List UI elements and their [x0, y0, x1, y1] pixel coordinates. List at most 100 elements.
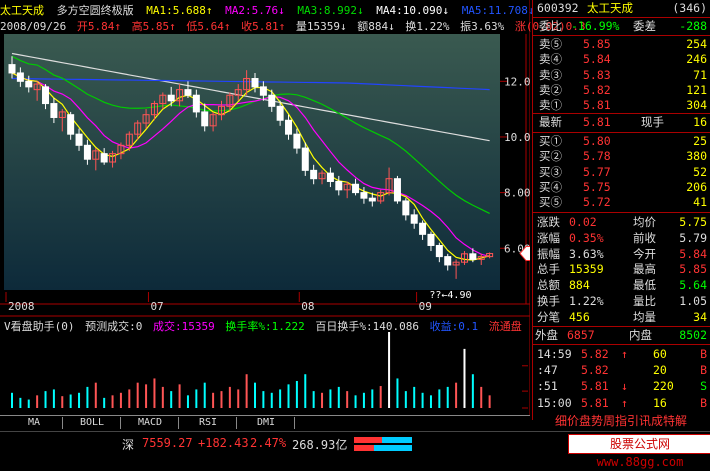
candle-body: [293, 133, 301, 149]
quote-panel: 600392 太工天成 (346) 委比 -16.99% 委差 -288 卖⑤ 5…: [532, 0, 710, 420]
bid-price: 5.78: [583, 149, 611, 164]
stat-value: 884: [569, 278, 590, 293]
ask-volume: 121: [686, 82, 707, 97]
candle-body: [326, 172, 334, 182]
stock-name: 太工天成: [0, 4, 44, 17]
candle-body: [25, 80, 33, 88]
ask-label: 卖③: [539, 67, 562, 82]
ask-label: 卖⑤: [539, 37, 562, 51]
updown-bar-red-2: [354, 445, 374, 451]
bid-price: 5.77: [583, 164, 611, 179]
index-value: 7559.27: [142, 436, 193, 450]
quote-header: 600392 太工天成 (346): [533, 1, 710, 16]
ohlc-info-bar: 2008/09/26 开5.84↑ 高5.85↑ 低5.64↑ 收5.81↑ 量…: [0, 18, 589, 33]
stat-row: 振幅 3.63% 今开 5.84: [533, 247, 710, 262]
open-value: 开5.84↑: [76, 20, 121, 33]
ad-text[interactable]: 细价盘势周指引讯成特解: [532, 412, 710, 428]
ask-volume: 246: [686, 52, 707, 67]
tab-ma[interactable]: MA: [6, 417, 63, 429]
kline-chart-area[interactable]: 12.0010.008.006.005.81??←4.902008070809日…: [0, 0, 585, 420]
bid-label: 买①: [539, 134, 562, 148]
ind-income-label: 收益:0.1: [429, 320, 479, 333]
ma2-value: MA2:5.76↓: [225, 4, 285, 17]
stat-label-2: 均量: [633, 309, 656, 324]
quote-stock-name: 太工天成: [587, 1, 633, 15]
bid-volume: 380: [686, 149, 707, 164]
ask-row: 卖④ 5.84 246: [533, 52, 710, 67]
mode-label: 多方空圆终极版: [56, 4, 134, 17]
stat-value: 1.22%: [569, 294, 604, 308]
ask-price: 5.84: [583, 52, 611, 67]
index-pct: 2.47%: [250, 436, 287, 450]
stat-value-2: 5.64: [679, 278, 707, 293]
bid-row: 买③ 5.77 52: [533, 165, 710, 180]
bid-price: 5.80: [583, 134, 611, 148]
ma4-value: MA4:10.090↓: [376, 4, 450, 17]
turnover-value: 换1.22%: [405, 20, 450, 33]
stat-value-2: 5.85: [679, 262, 707, 277]
stat-value-2: 34: [693, 309, 707, 324]
candle-body: [67, 114, 75, 135]
candle-body: [83, 144, 91, 160]
amplitude-value: 振3.63%: [460, 20, 505, 33]
stat-value: 456: [569, 309, 590, 324]
candle-body: [100, 153, 108, 163]
hand-value: 16: [693, 115, 707, 129]
candle-body: [268, 94, 276, 107]
tick-side: B: [700, 395, 707, 410]
kline-svg[interactable]: 12.0010.008.006.005.81??←4.902008070809日…: [0, 0, 530, 415]
date-label: 2008/09/26: [0, 20, 67, 33]
indicator-name[interactable]: V看盘助手(0): [4, 320, 75, 333]
stat-row: 涨跌 0.02 均价 5.75: [533, 215, 710, 230]
bid-volume: 25: [693, 134, 707, 148]
ind-turnover-label: 换手率%:1.222: [225, 320, 305, 333]
x-tick-label: 09: [419, 300, 432, 313]
bid-label: 买④: [539, 179, 562, 194]
tab-dmi[interactable]: DMI: [238, 417, 295, 429]
candle-body: [276, 105, 284, 121]
stat-row: 换手 1.22% 量比 1.05: [533, 294, 710, 309]
ask-volume: 254: [686, 37, 707, 51]
bid-volume: 206: [686, 179, 707, 194]
stat-row: 总额 884 最低 5.64: [533, 278, 710, 293]
forecast-label: 预测成交:0: [85, 320, 143, 333]
stock-code: 600392: [537, 1, 579, 15]
tab-macd[interactable]: MACD: [122, 417, 179, 429]
stat-value-2: 5.75: [679, 215, 707, 229]
candle-body: [16, 72, 24, 82]
ask-row: 卖⑤ 5.85 254: [533, 37, 710, 52]
stat-label: 总额: [537, 278, 560, 293]
candle-body: [184, 89, 192, 96]
stat-value-2: 5.79: [679, 230, 707, 245]
candle-body: [419, 222, 427, 235]
low-value: 低5.64↑: [186, 20, 231, 33]
tab-boll[interactable]: BOLL: [64, 417, 121, 429]
stat-label: 分笔: [537, 309, 560, 324]
bid-price: 5.72: [583, 195, 611, 210]
updown-bar-red: [354, 437, 382, 443]
bid-row: 买② 5.78 380: [533, 149, 710, 164]
candle-body: [201, 111, 209, 127]
candle-body: [8, 64, 16, 74]
stat-label: 涨跌: [537, 215, 560, 229]
webi-row: 委比 -16.99% 委差 -288: [533, 19, 710, 34]
high-value: 高5.85↑: [131, 20, 176, 33]
ind-flow-label: 流通盘: [488, 320, 522, 333]
stat-label: 涨幅: [537, 230, 560, 245]
tick-time: 15:00: [537, 395, 572, 410]
bid-label: 买②: [539, 149, 562, 164]
candle-body: [435, 244, 443, 258]
ad-box[interactable]: 股票公式网www.88gg.com: [568, 434, 710, 469]
candle-body: [444, 256, 452, 266]
latest-value: 5.81: [583, 115, 611, 129]
indicator-header: V看盘助手(0) 预测成交:0 成交:15359 换手率%:1.222 百日换手…: [4, 318, 522, 334]
stat-row: 分笔 456 均量 34: [533, 310, 710, 325]
tick-row: :51 5.81 ↓ 220 S: [533, 379, 710, 394]
tab-rsi[interactable]: RSI: [180, 417, 237, 429]
ask-volume: 304: [686, 98, 707, 113]
candle-body: [192, 94, 200, 113]
ask-label: 卖②: [539, 82, 562, 97]
tick-time: :47: [537, 363, 558, 378]
candle-body: [301, 147, 309, 171]
amount-value: 额884↓: [357, 20, 395, 33]
